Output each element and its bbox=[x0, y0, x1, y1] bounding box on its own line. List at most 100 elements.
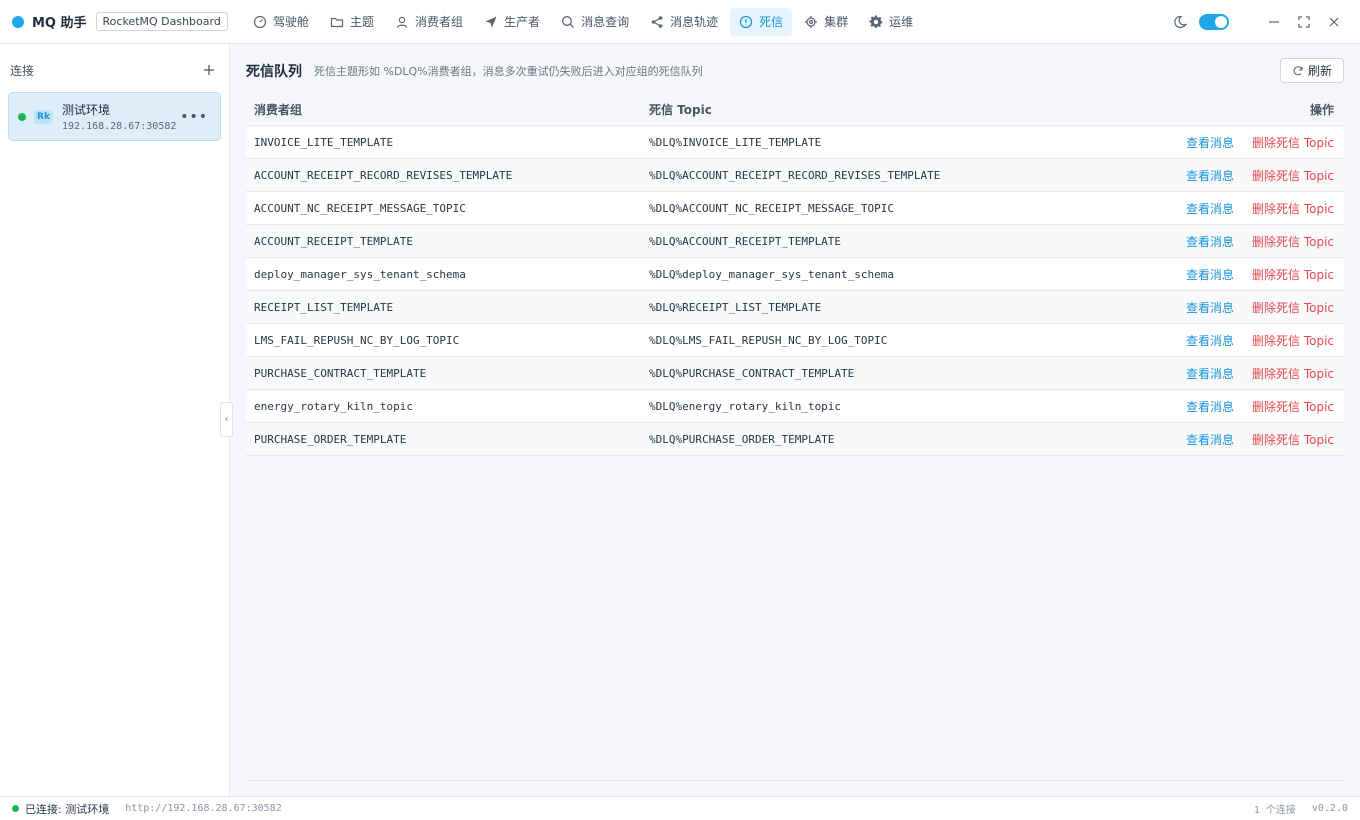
top-bar: MQ 助手 RocketMQ Dashboard 驾驶舱 主题 消费者组 生产者… bbox=[0, 0, 1360, 44]
delete-dlq-topic-link[interactable]: 删除死信 Topic bbox=[1252, 266, 1334, 283]
nav-item-label: 消费者组 bbox=[415, 15, 464, 29]
delete-dlq-topic-link[interactable]: 删除死信 Topic bbox=[1252, 431, 1334, 448]
table-row: deploy_manager_sys_tenant_schema %DLQ%dep… bbox=[246, 258, 1344, 291]
nav-item-cluster[interactable]: 集群 bbox=[795, 8, 857, 36]
minimize-icon[interactable] bbox=[1259, 7, 1289, 37]
consumer-group-cell: PURCHASE_ORDER_TEMPLATE bbox=[254, 432, 407, 446]
consumer-group-cell: ACCOUNT_NC_RECEIPT_MESSAGE_TOPIC bbox=[254, 201, 466, 215]
actions-cell: 查看消息 删除死信 Topic bbox=[1169, 365, 1344, 382]
view-messages-link[interactable]: 查看消息 bbox=[1186, 332, 1234, 349]
connection-url: http://192.168.28.67:30582 bbox=[125, 803, 282, 814]
actions-cell: 查看消息 删除死信 Topic bbox=[1169, 299, 1344, 316]
status-dot-icon bbox=[18, 113, 26, 121]
nav-item-message-query[interactable]: 消息查询 bbox=[552, 8, 638, 36]
view-messages-link[interactable]: 查看消息 bbox=[1186, 431, 1234, 448]
column-header-group: 消费者组 bbox=[254, 103, 303, 117]
page-title: 死信队列 bbox=[246, 64, 302, 80]
dlq-topic-cell: %DLQ%RECEIPT_LIST_TEMPLATE bbox=[649, 300, 822, 314]
app-name: MQ 助手 bbox=[32, 16, 87, 31]
actions-cell: 查看消息 删除死信 Topic bbox=[1169, 266, 1344, 283]
dlq-topic-cell: %DLQ%PURCHASE_CONTRACT_TEMPLATE bbox=[649, 366, 855, 380]
view-messages-link[interactable]: 查看消息 bbox=[1186, 134, 1234, 151]
nav-item-ops[interactable]: 运维 bbox=[860, 8, 922, 36]
nav-item-label: 死信 bbox=[759, 15, 784, 29]
consumer-group-cell: RECEIPT_LIST_TEMPLATE bbox=[254, 300, 394, 314]
view-messages-link[interactable]: 查看消息 bbox=[1186, 200, 1234, 217]
consumer-group-cell: energy_rotary_kiln_topic bbox=[254, 399, 413, 413]
table-row: ACCOUNT_RECEIPT_RECORD_REVISES_TEMPLATE%… bbox=[246, 159, 1344, 192]
delete-dlq-topic-link[interactable]: 删除死信 Topic bbox=[1252, 134, 1334, 151]
nav-item-cockpit[interactable]: 驾驶舱 bbox=[244, 8, 318, 36]
actions-cell: 查看消息 删除死信 Topic bbox=[1169, 332, 1344, 349]
connection-badge: Rk bbox=[34, 110, 53, 124]
table-row: PURCHASE_CONTRACT_TEMPLATE %DLQ%PURCHASE_… bbox=[246, 357, 1344, 390]
dlq-topic-cell: %DLQ%ACCOUNT_RECEIPT_TEMPLATE bbox=[649, 234, 842, 248]
nav-item-producers[interactable]: 生产者 bbox=[475, 8, 549, 36]
consumer-group-cell: ACCOUNT_RECEIPT_TEMPLATE bbox=[254, 234, 413, 248]
main-content: 死信队列 死信主题形如 %DLQ%消费者组，消息多次重试仍失败后进入对应组的死信… bbox=[230, 44, 1360, 796]
add-connection-button[interactable] bbox=[201, 62, 217, 78]
nav-item-consumer-groups[interactable]: 消费者组 bbox=[386, 8, 472, 36]
dlq-topic-cell: %DLQ%deploy_manager_sys_tenant_schema bbox=[649, 267, 895, 281]
theme-toggle[interactable] bbox=[1199, 14, 1229, 30]
delete-dlq-topic-link[interactable]: 删除死信 Topic bbox=[1252, 398, 1334, 415]
view-messages-link[interactable]: 查看消息 bbox=[1186, 233, 1234, 250]
brand-logo-icon bbox=[12, 15, 24, 28]
user-icon bbox=[395, 15, 409, 29]
page-description: 死信主题形如 %DLQ%消费者组，消息多次重试仍失败后进入对应组的死信队列 bbox=[314, 65, 703, 78]
connection-status: 已连接: 测试环境 bbox=[25, 802, 110, 816]
connection-card[interactable]: Rk 测试环境 192.168.28.67:30582 ••• bbox=[8, 92, 221, 141]
page-header: 死信队列 死信主题形如 %DLQ%消费者组，消息多次重试仍失败后进入对应组的死信… bbox=[246, 58, 703, 84]
view-messages-link[interactable]: 查看消息 bbox=[1186, 167, 1234, 184]
delete-dlq-topic-link[interactable]: 删除死信 Topic bbox=[1252, 332, 1334, 349]
delete-dlq-topic-link[interactable]: 删除死信 Topic bbox=[1252, 167, 1334, 184]
share-icon bbox=[650, 15, 664, 29]
actions-cell: 查看消息 删除死信 Topic bbox=[1169, 167, 1344, 184]
consumer-group-cell: LMS_FAIL_REPUSH_NC_BY_LOG_TOPIC bbox=[254, 333, 460, 347]
dlq-topic-cell: %DLQ%LMS_FAIL_REPUSH_NC_BY_LOG_TOPIC bbox=[649, 333, 888, 347]
sidebar-header: 连接 bbox=[0, 44, 229, 96]
nav-item-label: 驾驶舱 bbox=[273, 15, 310, 29]
connection-address: 192.168.28.67:30582 bbox=[62, 121, 177, 132]
maximize-icon[interactable] bbox=[1289, 7, 1319, 37]
status-right: 1 个连接 v0.2.0 bbox=[1254, 801, 1348, 816]
consumer-group-cell: ACCOUNT_RECEIPT_RECORD_REVISES_TEMPLATE bbox=[254, 168, 513, 182]
view-messages-link[interactable]: 查看消息 bbox=[1186, 365, 1234, 382]
view-messages-link[interactable]: 查看消息 bbox=[1186, 398, 1234, 415]
view-messages-link[interactable]: 查看消息 bbox=[1186, 299, 1234, 316]
refresh-button[interactable]: 刷新 bbox=[1280, 58, 1344, 83]
moon-icon bbox=[1173, 14, 1189, 30]
view-messages-link[interactable]: 查看消息 bbox=[1186, 266, 1234, 283]
delete-dlq-topic-link[interactable]: 删除死信 Topic bbox=[1252, 299, 1334, 316]
close-icon[interactable] bbox=[1319, 7, 1349, 37]
table-header: 消费者组 死信 Topic 操作 bbox=[246, 94, 1344, 126]
connection-name: 测试环境 bbox=[62, 103, 111, 117]
gear-icon bbox=[869, 14, 883, 29]
delete-dlq-topic-link[interactable]: 删除死信 Topic bbox=[1252, 200, 1334, 217]
status-dot-icon bbox=[12, 805, 19, 812]
actions-cell: 查看消息 删除死信 Topic bbox=[1169, 431, 1344, 448]
dlq-topic-cell: %DLQ%ACCOUNT_RECEIPT_RECORD_REVISES_TEMP… bbox=[649, 168, 941, 182]
send-icon bbox=[484, 15, 498, 29]
dlq-topic-cell: %DLQ%INVOICE_LITE_TEMPLATE bbox=[649, 135, 822, 149]
dlq-topic-cell: %DLQ%energy_rotary_kiln_topic bbox=[649, 399, 842, 413]
more-icon[interactable]: ••• bbox=[180, 109, 208, 125]
alert-circle-icon bbox=[739, 15, 753, 29]
nav-item-topics[interactable]: 主题 bbox=[321, 8, 383, 36]
delete-dlq-topic-link[interactable]: 删除死信 Topic bbox=[1252, 365, 1334, 382]
nav-item-dead-letter[interactable]: 死信 bbox=[730, 7, 793, 36]
status-bar: 已连接: 测试环境 http://192.168.28.67:30582 1 个… bbox=[0, 796, 1360, 820]
nav-item-message-trace[interactable]: 消息轨迹 bbox=[641, 8, 727, 36]
consumer-group-cell: PURCHASE_CONTRACT_TEMPLATE bbox=[254, 366, 427, 380]
main-nav: 驾驶舱 主题 消费者组 生产者 消息查询 消息轨迹 死信 集群 运维 bbox=[244, 7, 925, 36]
consumer-group-cell: deploy_manager_sys_tenant_schema bbox=[254, 267, 466, 281]
brand: MQ 助手 RocketMQ Dashboard bbox=[0, 12, 240, 31]
actions-cell: 查看消息 删除死信 Topic bbox=[1169, 200, 1344, 217]
column-header-actions: 操作 bbox=[1309, 103, 1334, 117]
dlq-topic-cell: %DLQ%ACCOUNT_NC_RECEIPT_MESSAGE_TOPIC bbox=[649, 201, 895, 215]
gauge-icon bbox=[253, 15, 267, 29]
table-row: LMS_FAIL_REPUSH_NC_BY_LOG_TOPIC %DLQ%LMS_… bbox=[246, 324, 1344, 357]
connection-count: 1 个连接 bbox=[1253, 805, 1296, 816]
nav-item-label: 生产者 bbox=[504, 15, 541, 29]
delete-dlq-topic-link[interactable]: 删除死信 Topic bbox=[1252, 233, 1334, 250]
